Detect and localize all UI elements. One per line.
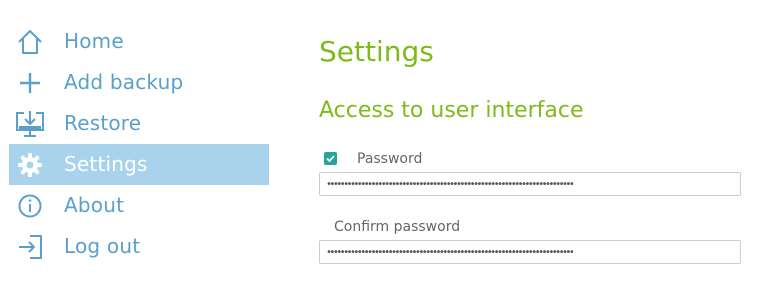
info-icon: [15, 191, 45, 221]
restore-icon: [15, 109, 45, 139]
sidebar-item-label: Settings: [64, 152, 148, 176]
check-icon: [326, 155, 335, 163]
plus-icon: [15, 68, 45, 98]
sidebar: Home Add backup Restore Settings About L…: [9, 21, 269, 267]
password-field[interactable]: [319, 172, 741, 196]
sidebar-item-label: Log out: [64, 234, 141, 258]
logout-icon: [15, 232, 45, 262]
password-label: Password: [357, 151, 423, 167]
sidebar-item-restore[interactable]: Restore: [9, 103, 269, 144]
confirm-password-field[interactable]: [319, 240, 741, 264]
sidebar-item-label: Restore: [64, 111, 142, 135]
sidebar-item-home[interactable]: Home: [9, 21, 269, 62]
sidebar-item-label: About: [64, 193, 125, 217]
gear-icon: [15, 150, 45, 180]
confirm-password-label: Confirm password: [334, 219, 461, 235]
page-title: Settings: [319, 35, 434, 68]
sidebar-item-label: Home: [64, 29, 124, 53]
sidebar-item-settings[interactable]: Settings: [9, 144, 269, 185]
home-icon: [15, 27, 45, 57]
sidebar-item-about[interactable]: About: [9, 185, 269, 226]
sidebar-item-log-out[interactable]: Log out: [9, 226, 269, 267]
section-title: Access to user interface: [319, 98, 584, 123]
sidebar-item-label: Add backup: [64, 70, 184, 94]
password-checkbox[interactable]: [324, 152, 337, 165]
sidebar-item-add-backup[interactable]: Add backup: [9, 62, 269, 103]
